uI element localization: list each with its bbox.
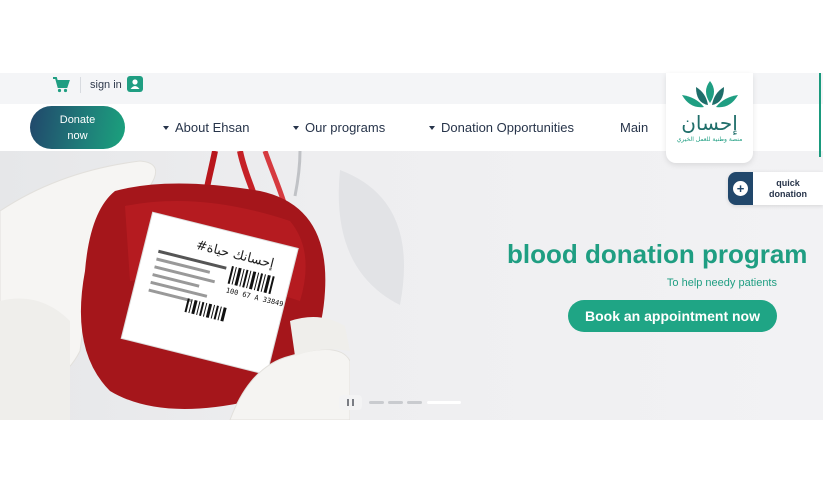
caret-down-icon	[293, 126, 299, 130]
shopping-cart-icon[interactable]	[52, 76, 70, 94]
nav-item-label: Our programs	[305, 120, 386, 135]
nav-item-label: About Ehsan	[175, 120, 250, 135]
donate-button-line1: Donate	[59, 114, 96, 126]
quick-donation-icon-box: +	[728, 172, 753, 205]
sign-in-link[interactable]: sign in	[90, 78, 122, 92]
logo-wordmark: إحسان	[681, 111, 738, 135]
edge-accent-line	[819, 73, 821, 157]
ehsan-logo[interactable]: إحسان منصة وطنية للعمل الخيري	[666, 73, 753, 163]
book-appointment-button[interactable]: Book an appointment now	[568, 300, 777, 332]
user-account-icon[interactable]	[127, 76, 143, 92]
pause-bar	[347, 399, 349, 406]
hero-title: blood donation program	[507, 239, 808, 269]
nav-item-donation-opportunities[interactable]: Donation Opportunities	[429, 120, 574, 135]
quick-donation-line2: donation	[769, 189, 807, 199]
quick-donation-label: quick donation	[753, 178, 823, 200]
nav-item-our-programs[interactable]: Our programs	[293, 120, 385, 135]
quick-donation-line1: quick	[776, 178, 800, 188]
nav-item-label: Donation Opportunities	[441, 120, 574, 135]
topbar-divider	[80, 77, 81, 93]
donate-button-line2: now	[67, 130, 88, 142]
nav-item-main[interactable]: Main	[620, 120, 648, 135]
caret-down-icon	[429, 126, 435, 130]
slider-dot-3[interactable]	[407, 401, 422, 404]
slider-dot-2[interactable]	[388, 401, 403, 404]
blood-bag-image: #إحسانك حياة 100 67 A 33849	[0, 151, 350, 420]
caret-down-icon	[163, 126, 169, 130]
donate-now-button[interactable]: Donate now	[30, 106, 125, 149]
hero-subtitle: To help needy patients	[666, 277, 777, 289]
leaf-logo-icon	[682, 81, 738, 108]
nav-item-label: Main	[620, 120, 649, 135]
pause-bar	[352, 399, 354, 406]
slider-dot-1[interactable]	[369, 401, 384, 404]
logo-tagline: منصة وطنية للعمل الخيري	[676, 136, 743, 143]
nav-item-about-ehsan[interactable]: About Ehsan	[163, 120, 249, 135]
plus-circle-icon: +	[733, 181, 748, 196]
pause-icon[interactable]	[339, 395, 362, 410]
slider-dot-4-active[interactable]	[427, 401, 461, 404]
quick-donation-button[interactable]: + quick donation	[728, 172, 823, 205]
